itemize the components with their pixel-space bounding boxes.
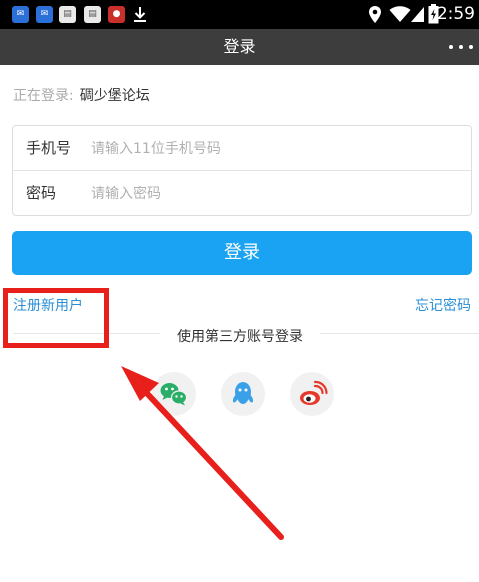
login-target: 正在登录: 碉少堡论坛 [13,86,150,106]
status-time: 2:59 [436,4,475,24]
login-target-label: 正在登录: [13,88,74,104]
app-notification-icon: ✉ [36,6,53,23]
message-icon: ▤ [84,6,101,23]
location-icon [369,6,381,23]
wechat-login-button[interactable] [152,372,196,416]
more-options-button[interactable] [449,37,473,57]
status-bar: ✉ ✉ ▤ ▤ ● 2:59 [0,0,479,29]
message-icon: ▤ [59,6,76,23]
header-bar: 登录 [0,29,479,65]
login-button[interactable]: 登录 [12,231,472,275]
phone-row: 手机号 [13,126,471,170]
more-icon [449,45,453,49]
password-row: 密码 [13,171,471,215]
forgot-password-link[interactable]: 忘记密码 [415,296,471,316]
weibo-icon [300,380,328,405]
phone-label: 手机号 [26,139,72,157]
app-icon: ● [108,6,125,23]
login-target-site: 碉少堡论坛 [79,88,150,104]
qq-login-button[interactable] [221,372,265,416]
password-label: 密码 [26,184,57,202]
app-notification-icon: ✉ [12,6,29,23]
password-input[interactable] [89,179,463,209]
phone-input[interactable] [89,134,463,164]
annotation-highlight-box [3,288,109,348]
third-party-label: 使用第三方账号登录 [160,326,320,348]
qq-icon [232,382,254,404]
page-title: 登录 [223,37,256,56]
weibo-login-button[interactable] [290,372,334,416]
wifi-icon [389,6,411,22]
signal-icon [411,7,424,22]
download-icon [134,7,146,22]
login-form: 手机号 密码 [12,125,472,216]
wechat-icon [160,383,188,406]
